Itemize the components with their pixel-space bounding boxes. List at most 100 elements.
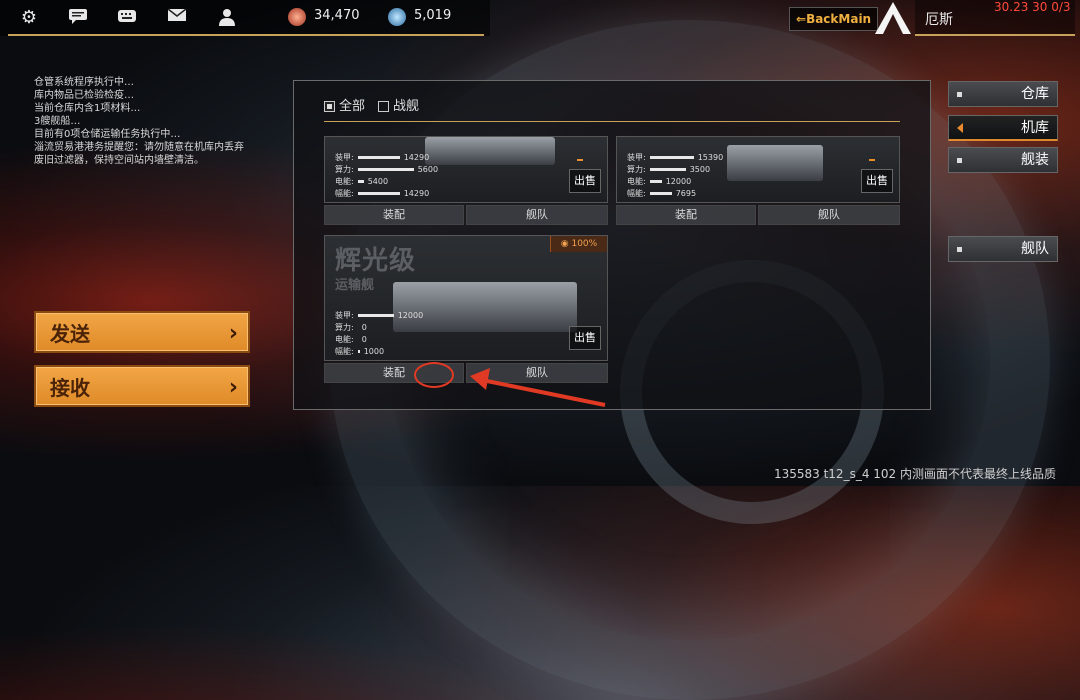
stat-label: 装甲: [335,311,354,320]
menu-outfitting[interactable]: 舰装 [948,147,1058,173]
stat-value: 1000 [363,347,385,356]
stat-bar [649,156,694,159]
receive-button[interactable]: 接收 › [34,365,250,407]
filter-warship[interactable]: 战舰 [378,95,419,114]
stat-value: 5600 [417,165,439,174]
ship-card[interactable]: 装甲: 15390 算力: 3500 电能: 12000 幅能: 7695 出售 [616,136,900,203]
credits-icon [288,8,306,26]
log-line: 仓管系统程序执行中… [34,77,134,88]
arrow-left-icon [470,368,606,407]
equip-button[interactable]: 装配 [616,205,756,225]
send-label: 发送 [50,322,90,346]
stat-label: 算力: [627,165,646,174]
log-line: 目前有0项仓储运输任务执行中… [34,129,181,140]
faction-logo-icon [875,2,911,34]
filter-all[interactable]: 全部 [324,95,365,114]
menu-label: 舰队 [1021,241,1049,257]
log-line: 库内物品已检验检疫… [34,90,134,101]
log-line: 废旧过滤器，保持空间站内墙壁清洁。 [34,155,204,166]
stat-label: 算力: [335,323,354,332]
stat-label: 幅能: [335,347,354,356]
mail-icon[interactable] [166,7,188,29]
chat-icon[interactable] [67,7,89,29]
sell-button[interactable]: 出售 [569,326,601,350]
ship-image [727,145,823,181]
stat-armor: 装甲: 12000 [335,310,423,321]
stat-power: 算力: 5600 [335,164,438,175]
stat-label: 电能: [627,177,646,186]
stat-value: 0 [361,323,367,332]
stat-value: 12000 [665,177,692,186]
send-button[interactable]: 发送 › [34,311,250,353]
checkbox-icon [324,101,335,112]
stat-value: 3500 [689,165,711,174]
chevron-right-icon: › [228,321,238,346]
stat-value: 15390 [697,153,724,162]
stat-value: 5400 [367,177,389,186]
menu-fleet[interactable]: 舰队 [948,236,1058,262]
stat-label: 幅能: [627,189,646,198]
receive-label: 接收 [50,376,90,400]
back-main-button[interactable]: ⇐BackMain [789,7,879,31]
accent-mark [869,159,875,161]
sell-button[interactable]: 出售 [861,169,893,193]
top-bar-divider [8,34,484,36]
stat-energy: 电能: 12000 [627,176,691,187]
stat-value: 0 [361,335,367,344]
user-icon[interactable] [216,7,238,29]
chevron-right-icon: › [228,375,238,400]
player-panel-divider [915,34,1075,36]
ship-card[interactable]: 装甲: 14290 算力: 5600 电能: 5400 幅能: 14290 出售 [324,136,608,203]
keyboard-icon[interactable] [116,7,138,29]
stat-value: 7695 [675,189,697,198]
log-line: 当前仓库内含1项材料… [34,103,141,114]
stat-label: 算力: [335,165,354,174]
log-line: 3艘舰船… [34,116,81,127]
stat-energy: 电能: 0 [335,334,367,345]
stat-label: 电能: [335,177,354,186]
menu-label: 机库 [1021,120,1049,136]
sell-button[interactable]: 出售 [569,169,601,193]
stat-bar [357,180,364,183]
stat-bar [357,350,360,353]
crystal-icon [388,8,406,26]
checkbox-icon [378,101,389,112]
build-info: 135583 t12_s_4 102 内测画面不代表最终上线品质 [773,467,1056,481]
gear-icon[interactable]: ⚙ [18,7,40,29]
stat-cargo: 幅能: 7695 [627,188,696,199]
filter-divider [324,121,900,122]
stat-bar [649,168,686,171]
back-icon: ⇐ [796,12,807,26]
equip-button[interactable]: 装配 [324,205,464,225]
menu-hangar[interactable]: 机库 [948,115,1058,141]
menu-warehouse[interactable]: 仓库 [948,81,1058,107]
stat-bar [649,192,672,195]
stat-bar [357,192,400,195]
stat-cargo: 幅能: 14290 [335,188,429,199]
crystals-value: 5,019 [414,8,452,23]
stat-bar [357,156,400,159]
menu-label: 舰装 [1021,152,1049,168]
back-main-label: BackMain [806,12,872,26]
stat-bar [649,180,662,183]
ship-card[interactable]: 辉光级 运输舰 ◉ 100% 装甲: 12000 算力: 0 电能: 0 幅能: 100… [324,235,608,361]
hangar-panel: 全部 战舰 装甲: 14290 算力: 5600 电能: 5400 幅能: 14290 … [293,80,931,410]
fleet-button[interactable]: 舰队 [466,205,608,225]
status-badge: ◉ 100% [550,236,607,252]
stat-label: 装甲: [335,153,354,162]
stat-power: 算力: 0 [335,322,367,333]
stat-power: 算力: 3500 [627,164,710,175]
stat-armor: 装甲: 15390 [627,152,723,163]
stat-value: 14290 [403,189,430,198]
stat-value: 12000 [397,311,424,320]
stat-bar [357,314,394,317]
debug-counter: 30.23 30 0/3 [994,0,1071,14]
ship-image [393,282,577,332]
highlight-circle [414,362,454,388]
bullet-icon [957,158,962,163]
fleet-button[interactable]: 舰队 [758,205,900,225]
bullet-icon [957,92,962,97]
stat-bar [357,168,414,171]
player-name: 厄斯 [925,12,953,28]
caret-left-icon [957,123,963,133]
